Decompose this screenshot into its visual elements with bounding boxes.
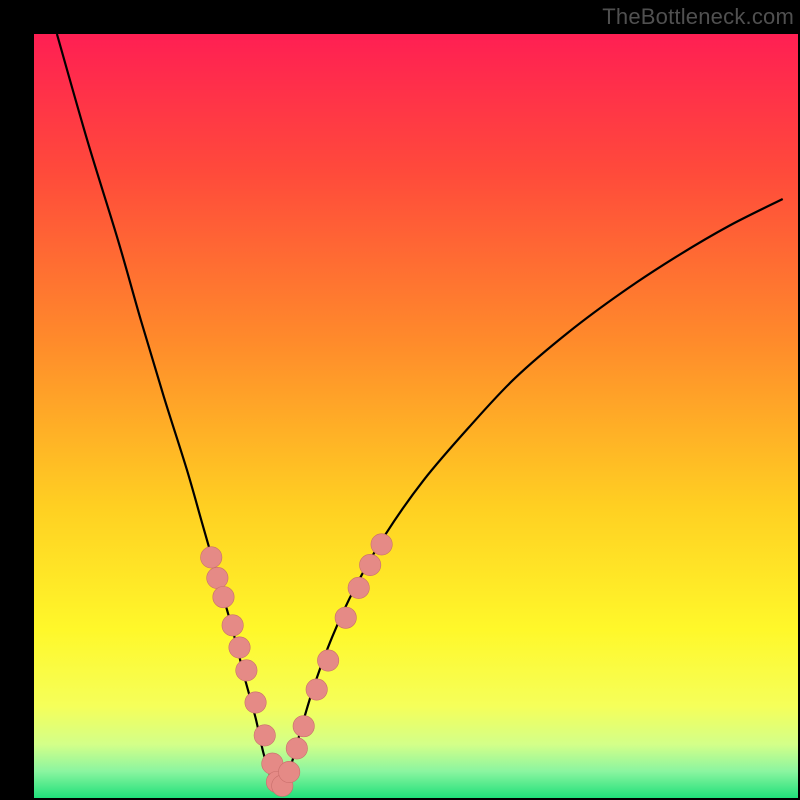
watermark-text: TheBottleneck.com bbox=[602, 4, 794, 30]
marker-point bbox=[286, 738, 307, 759]
plot-background bbox=[34, 34, 798, 798]
marker-point bbox=[229, 637, 250, 658]
plot-svg bbox=[34, 34, 798, 798]
plot-area bbox=[34, 34, 798, 798]
marker-point bbox=[306, 679, 327, 700]
marker-point bbox=[207, 567, 228, 588]
marker-point bbox=[335, 607, 356, 628]
marker-point bbox=[293, 715, 314, 736]
marker-point bbox=[201, 547, 222, 568]
chart-frame: { "watermark": "TheBottleneck.com", "col… bbox=[0, 0, 800, 800]
marker-point bbox=[278, 761, 299, 782]
marker-point bbox=[371, 534, 392, 555]
marker-point bbox=[213, 586, 234, 607]
marker-point bbox=[222, 615, 243, 636]
marker-point bbox=[317, 650, 338, 671]
marker-point bbox=[254, 725, 275, 746]
marker-point bbox=[236, 660, 257, 681]
marker-point bbox=[245, 692, 266, 713]
marker-point bbox=[348, 577, 369, 598]
marker-point bbox=[359, 554, 380, 575]
